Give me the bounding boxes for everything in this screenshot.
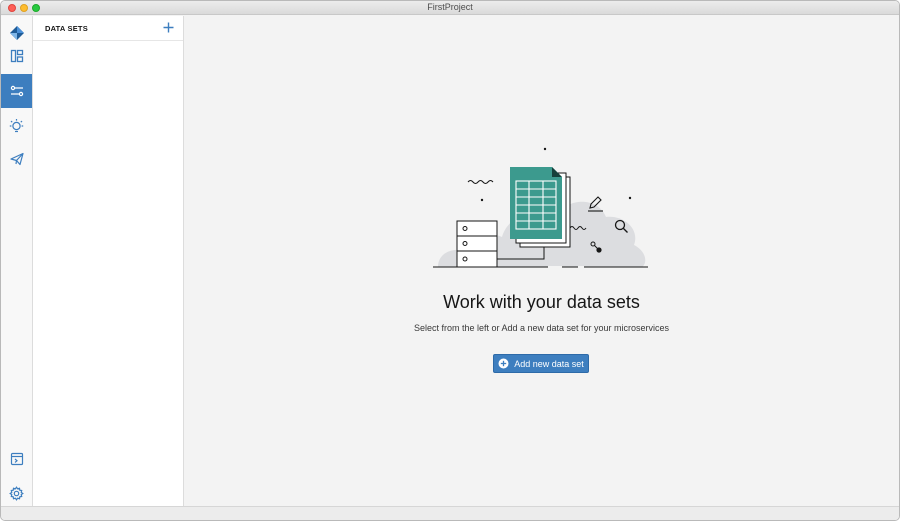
dashboard-icon [10,49,23,63]
app-window: FirstProject DATA SETS Work with your da… [0,0,900,521]
gear-icon [9,485,24,501]
main-content: Work with your data sets Select from the… [184,16,899,506]
nav-rail [1,16,33,506]
data-sets-illustration [433,147,648,268]
rail-item-dashboard[interactable] [1,39,32,73]
status-bar [1,506,899,520]
send-icon [9,152,24,166]
add-new-data-set-label: Add new data set [514,358,584,369]
add-new-data-set-button[interactable]: Add new data set [493,354,589,373]
data-sets-panel: DATA SETS [33,16,184,506]
terminal-window-icon [10,452,23,466]
empty-state-title: Work with your data sets [443,292,640,312]
add-circle-icon [498,358,509,369]
panel-header: DATA SETS [33,16,183,41]
rail-item-data-sets[interactable] [1,74,32,108]
panel-title: DATA SETS [45,24,88,33]
plus-icon [163,22,173,32]
rail-item-settings[interactable] [1,476,32,510]
title-bar: FirstProject [1,1,899,15]
empty-state-subtitle: Select from the left or Add a new data s… [413,323,670,333]
add-data-set-button[interactable] [161,20,175,34]
rail-item-terminal[interactable] [1,442,32,476]
rail-item-deploy[interactable] [1,142,32,176]
sliders-icon [10,85,23,97]
window-title: FirstProject [427,2,473,12]
rail-item-insights[interactable] [1,108,32,142]
bulb-icon [9,118,24,132]
